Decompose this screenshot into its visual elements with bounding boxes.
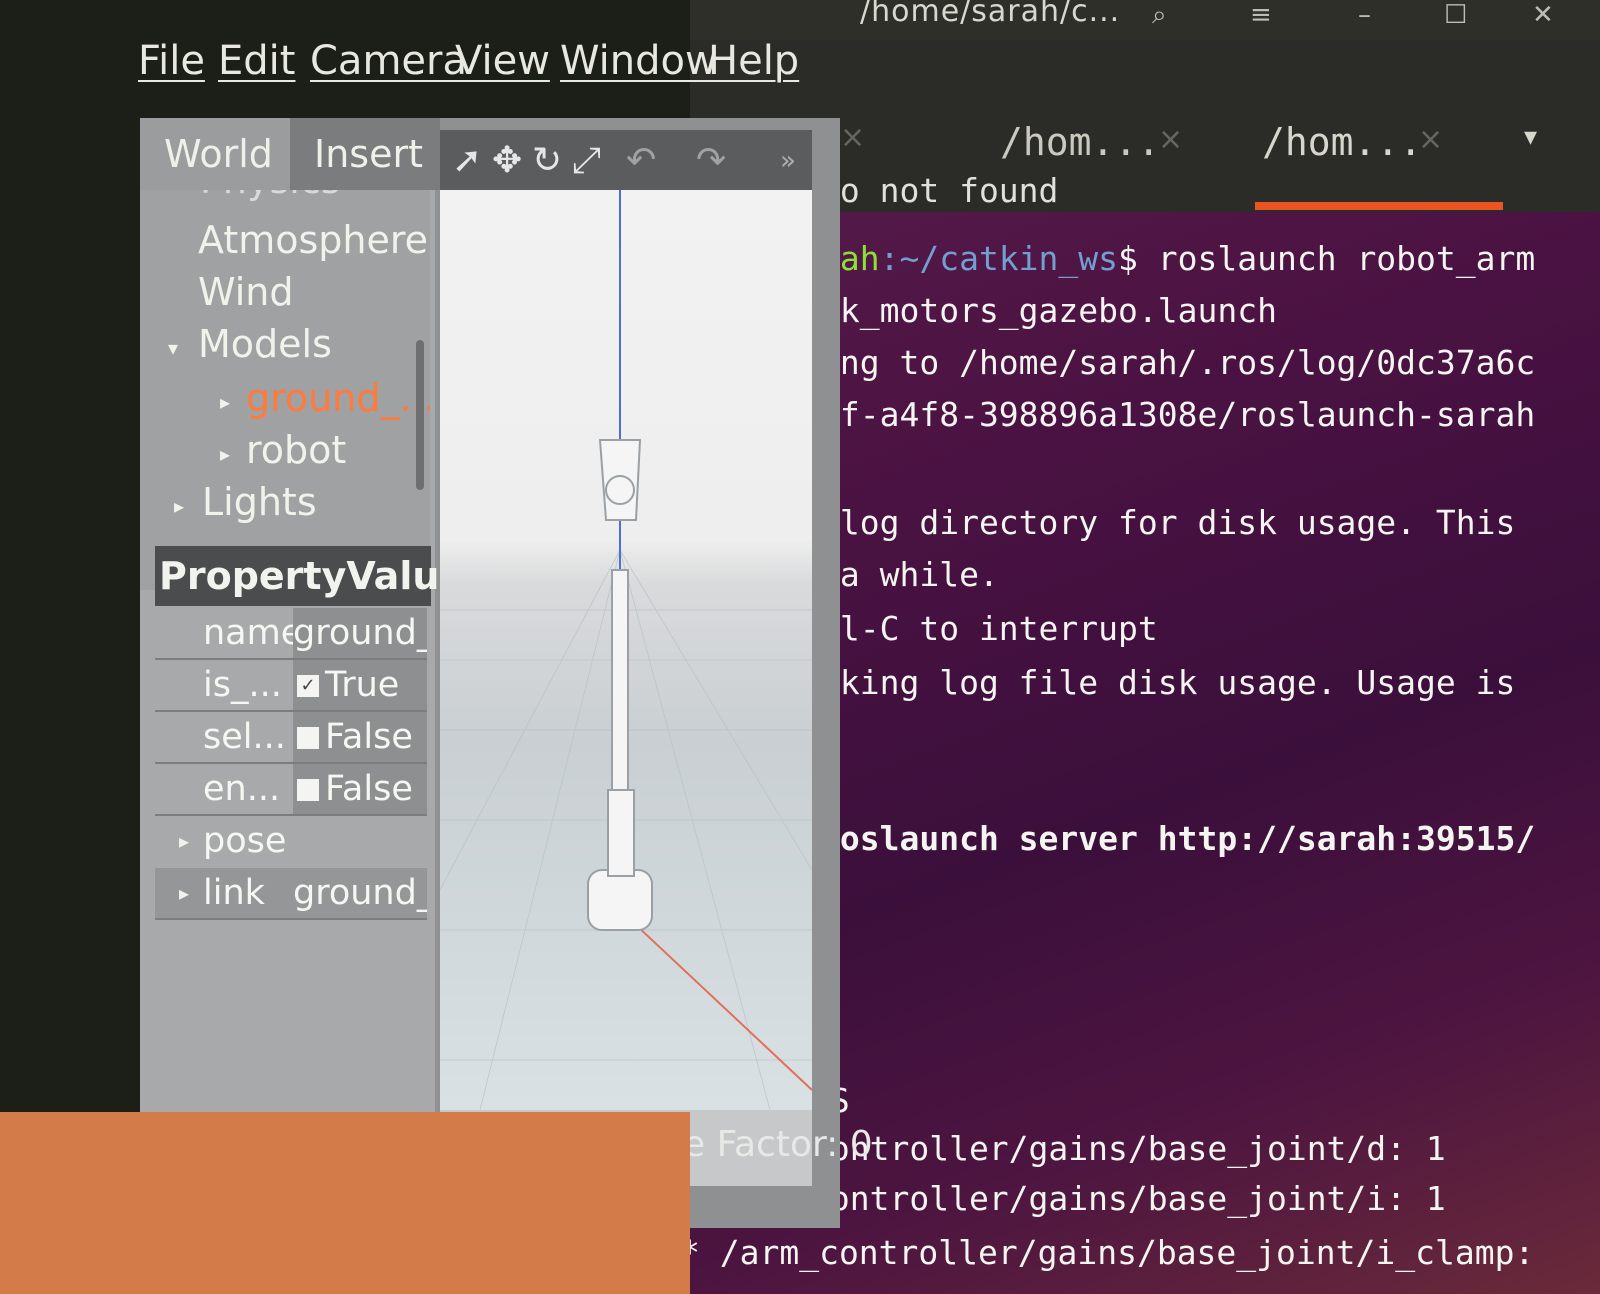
robot-arm-model [587, 439, 653, 931]
property-key: en... [203, 769, 281, 809]
tree-item-robot[interactable]: robot [246, 428, 346, 472]
redo-icon[interactable]: ↷ [696, 140, 726, 181]
terminal-line: controller/gains/base_joint/i: 1 [810, 1179, 1446, 1218]
maximize-icon[interactable]: ☐ [1444, 0, 1467, 30]
translate-icon[interactable]: ✥ [492, 140, 522, 181]
terminal-line: ck_motors_gazebo.launch [820, 291, 1277, 330]
tree-item-ground-plane[interactable]: ground_... [246, 376, 430, 420]
terminal-output[interactable]: no not found rah:~/catkin_ws$ roslaunch … [690, 171, 1600, 1294]
terminal-tab-1[interactable]: /hom... [1000, 120, 1160, 164]
terminal-tab-2[interactable]: /hom... [1262, 120, 1422, 164]
real-time-factor-value: 0 [849, 1124, 873, 1165]
scene-toolbar: ➚ ✥ ↻ ⤢ ↶ ↷ » [440, 130, 812, 190]
select-arrow-icon[interactable]: ➚ [452, 140, 482, 181]
terminal-line: a while. [820, 555, 999, 594]
tree-item-atmosphere[interactable]: Atmosphere [198, 218, 428, 262]
property-key: pose [203, 821, 287, 861]
property-value: False [325, 717, 413, 757]
expand-down-icon[interactable]: ▾ [168, 336, 178, 360]
menu-camera[interactable]: Camera [310, 38, 467, 84]
tree-item-lights[interactable]: Lights [202, 480, 317, 524]
property-row-enable-wind[interactable]: en... False [155, 764, 427, 816]
terminal-line: roslaunch server http://sarah:39515/ [820, 819, 1536, 858]
property-value-cell: ✓ True [293, 660, 427, 710]
terminal-prompt-line: rah:~/catkin_ws$ roslaunch robot_arm [820, 233, 1535, 285]
tab-close-icon[interactable]: × [840, 120, 865, 155]
terminal-line: log directory for disk usage. This [820, 503, 1516, 542]
menu-file[interactable]: File [138, 38, 205, 84]
x-axis-line [619, 909, 813, 1091]
prompt-dir: :~/catkin_ws [879, 239, 1119, 278]
terminal-title: /home/sarah/c... [860, 0, 1121, 29]
property-key: link [203, 873, 265, 913]
checkbox-unchecked[interactable] [297, 779, 319, 801]
scale-icon[interactable]: ⤢ [572, 140, 601, 182]
property-header: PropertyValue [155, 546, 465, 606]
property-value-cell: False [293, 764, 427, 814]
terminal-line: cking log file disk usage. Usage is [820, 663, 1516, 702]
tree-item-wind[interactable]: Wind [198, 270, 294, 314]
gazebo-window: World Insert Physics Atmosphere Wind ▾ M… [140, 118, 873, 1228]
menu-edit[interactable]: Edit [218, 38, 295, 84]
tab-close-icon[interactable]: × [1418, 122, 1443, 157]
world-tree: Physics Atmosphere Wind ▾ Models ▸ groun… [140, 190, 430, 590]
property-key: is_... [203, 665, 282, 705]
property-value: ground_p [293, 608, 427, 658]
property-key: sel... [203, 717, 286, 757]
tree-scrollbar[interactable] [416, 340, 424, 490]
property-row-pose[interactable]: ▸ pose [155, 816, 427, 866]
tab-insert[interactable]: Insert [290, 118, 440, 190]
rotate-icon[interactable]: ↻ [532, 140, 562, 181]
terminal-line: ef-a4f8-398896a1308e/roslaunch-sarah [820, 395, 1536, 434]
expand-right-icon[interactable]: ▸ [220, 442, 230, 466]
tab-close-icon[interactable]: × [1158, 122, 1183, 157]
property-row-self-collide[interactable]: sel... False [155, 712, 427, 764]
property-value: True [325, 665, 400, 705]
checkbox-unchecked[interactable] [297, 727, 319, 749]
property-value: False [325, 769, 413, 809]
terminal-line: ing to /home/sarah/.ros/log/0dc37a6c [820, 343, 1536, 382]
search-icon[interactable]: ⌕ [1152, 0, 1167, 31]
checkbox-checked[interactable]: ✓ [297, 675, 319, 697]
more-icon[interactable]: » [780, 146, 796, 176]
prompt-command: $ roslaunch robot_arm [1118, 239, 1536, 278]
scene-render [439, 190, 813, 1111]
property-key: name [203, 613, 293, 653]
expand-right-icon[interactable]: ▸ [179, 868, 189, 918]
menu-window[interactable]: Window [560, 38, 718, 84]
desktop-background [0, 1112, 690, 1294]
tree-item-physics[interactable]: Physics [200, 190, 341, 202]
hamburger-menu-icon[interactable]: ≡ [1250, 0, 1272, 30]
terminal-line: * /arm_controller/gains/base_joint/i_cla… [690, 1233, 1535, 1272]
terminal-line: no not found [820, 171, 1059, 210]
close-icon[interactable]: ✕ [1532, 0, 1554, 30]
tab-list-chevron-down-icon[interactable]: ▾ [1524, 122, 1537, 152]
terminal-line: rl-C to interrupt [820, 609, 1158, 648]
property-row-link[interactable]: ▸ link ground_p [155, 868, 427, 920]
property-value: ground_p [293, 873, 427, 913]
minimize-icon[interactable]: – [1358, 0, 1371, 30]
property-row-is-static[interactable]: is_... ✓ True [155, 660, 427, 712]
expand-right-icon[interactable]: ▸ [174, 494, 184, 518]
tree-item-models[interactable]: Models [198, 322, 332, 366]
property-value-cell: False [293, 712, 427, 762]
3d-scene[interactable] [439, 190, 813, 1111]
expand-right-icon[interactable]: ▸ [220, 390, 230, 414]
scene-viewport-container: ➚ ✥ ↻ ⤢ ↶ ↷ » Factor: 0 [439, 130, 873, 1186]
undo-icon[interactable]: ↶ [626, 140, 656, 181]
gazebo-menubar: File Edit Camera View Window Help [110, 18, 840, 113]
left-panel: World Insert Physics Atmosphere Wind ▾ M… [140, 118, 465, 1228]
property-row-name[interactable]: name ground_p [155, 608, 427, 660]
menu-help[interactable]: Help [708, 38, 799, 84]
tab-world[interactable]: World [140, 118, 290, 190]
expand-right-icon[interactable]: ▸ [179, 816, 189, 866]
terminal-line: controller/gains/base_joint/d: 1 [810, 1129, 1446, 1168]
menu-view[interactable]: View [455, 38, 550, 84]
